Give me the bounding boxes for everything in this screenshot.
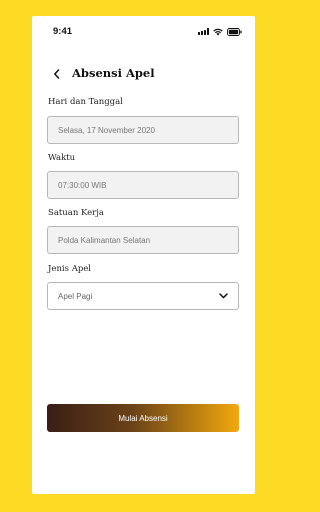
start-attendance-button[interactable]: Mulai Absensi: [47, 404, 239, 432]
battery-icon: [227, 27, 242, 36]
date-value: Selasa, 17 November 2020: [58, 125, 155, 135]
chevron-left-icon: [53, 69, 59, 79]
unit-label: Satuan Kerja: [48, 208, 104, 218]
status-icons: [198, 27, 242, 36]
time-label: Waktu: [48, 153, 76, 163]
page-title: Absensi Apel: [72, 66, 155, 80]
time-value: 07:30:00 WIB: [58, 180, 107, 190]
type-select[interactable]: Apel Pagi: [47, 282, 239, 310]
signal-icon: [198, 28, 209, 35]
type-value: Apel Pagi: [58, 291, 93, 301]
phone-screen: 9:41 Absensi Apel Hari dan Tanggal Selas…: [32, 16, 255, 494]
unit-field: Polda Kalimantan Selatan: [47, 226, 239, 254]
wifi-icon: [213, 28, 223, 36]
status-bar: 9:41: [32, 16, 255, 50]
status-time: 9:41: [53, 26, 73, 37]
header: Absensi Apel: [48, 64, 239, 84]
date-field: Selasa, 17 November 2020: [47, 116, 239, 144]
back-button[interactable]: [48, 64, 64, 84]
time-field: 07:30:00 WIB: [47, 171, 239, 199]
date-label: Hari dan Tanggal: [48, 97, 123, 107]
unit-value: Polda Kalimantan Selatan: [58, 235, 151, 245]
chevron-down-icon: [219, 293, 228, 299]
type-label: Jenis Apel: [48, 264, 92, 274]
